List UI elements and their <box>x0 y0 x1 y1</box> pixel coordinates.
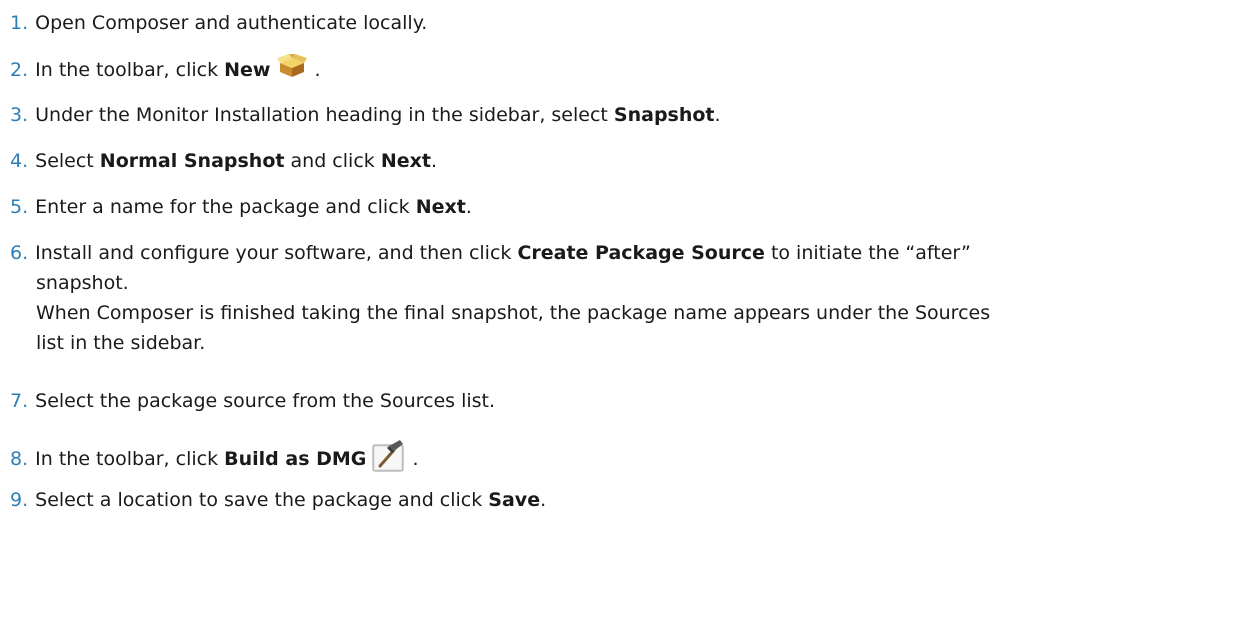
step-text: . <box>714 104 721 126</box>
step-text: Select <box>35 150 100 172</box>
step-2: 2. In the toolbar, click New . <box>10 54 1250 87</box>
snapshot-label: Snapshot <box>613 104 715 126</box>
step-number: 6. <box>10 242 29 264</box>
step-6: 6. Install and configure your software, a… <box>10 238 1250 358</box>
next-label: Next <box>380 150 431 172</box>
step-text: Select a location to save the package an… <box>35 489 489 511</box>
step-text: Select the package source from the Sourc… <box>35 390 496 412</box>
step-number: 9. <box>10 489 29 511</box>
step-number: 4. <box>10 150 29 172</box>
step-text: In the toolbar, click <box>35 448 225 470</box>
step-number: 8. <box>10 448 29 470</box>
step-text-continued: snapshot. <box>36 272 129 294</box>
step-text: In the toolbar, click <box>35 59 225 81</box>
step-note: When Composer is finished taking the fin… <box>36 302 991 324</box>
step-text: Install and configure your software, and… <box>35 242 518 264</box>
step-text: . <box>406 448 419 470</box>
step-text: Enter a name for the package and click <box>35 196 416 218</box>
step-1: 1. Open Composer and authenticate locally… <box>10 8 1250 38</box>
step-text: to initiate the “after” <box>764 242 971 264</box>
save-label: Save <box>488 489 541 511</box>
step-text: . <box>430 150 437 172</box>
step-8: 8. In the toolbar, click Build as DMG . <box>10 438 1250 481</box>
step-number: 3. <box>10 104 29 126</box>
package-box-icon <box>276 54 308 87</box>
step-text: . <box>465 196 472 218</box>
step-text: . <box>308 59 321 81</box>
step-number: 2. <box>10 59 29 81</box>
next-label: Next <box>415 196 466 218</box>
step-text: and click <box>284 150 381 172</box>
create-package-source-label: Create Package Source <box>517 242 765 264</box>
new-label: New <box>224 59 271 81</box>
step-5: 5. Enter a name for the package and click… <box>10 192 1250 222</box>
normal-snapshot-label: Normal Snapshot <box>99 150 285 172</box>
step-7: 7. Select the package source from the Sou… <box>10 386 1250 416</box>
step-number: 1. <box>10 12 29 34</box>
step-9: 9. Select a location to save the package … <box>10 485 1250 515</box>
step-text: Open Composer and authenticate locally. <box>35 12 428 34</box>
step-number: 7. <box>10 390 29 412</box>
step-text: . <box>540 489 547 511</box>
step-3: 3. Under the Monitor Installation heading… <box>10 100 1250 130</box>
step-number: 5. <box>10 196 29 218</box>
build-hammer-icon <box>372 438 406 481</box>
step-4: 4. Select Normal Snapshot and click Next. <box>10 146 1250 176</box>
step-note-continued: list in the sidebar. <box>36 332 206 354</box>
step-text: Under the Monitor Installation heading i… <box>35 104 614 126</box>
build-as-dmg-label: Build as DMG <box>224 448 367 470</box>
